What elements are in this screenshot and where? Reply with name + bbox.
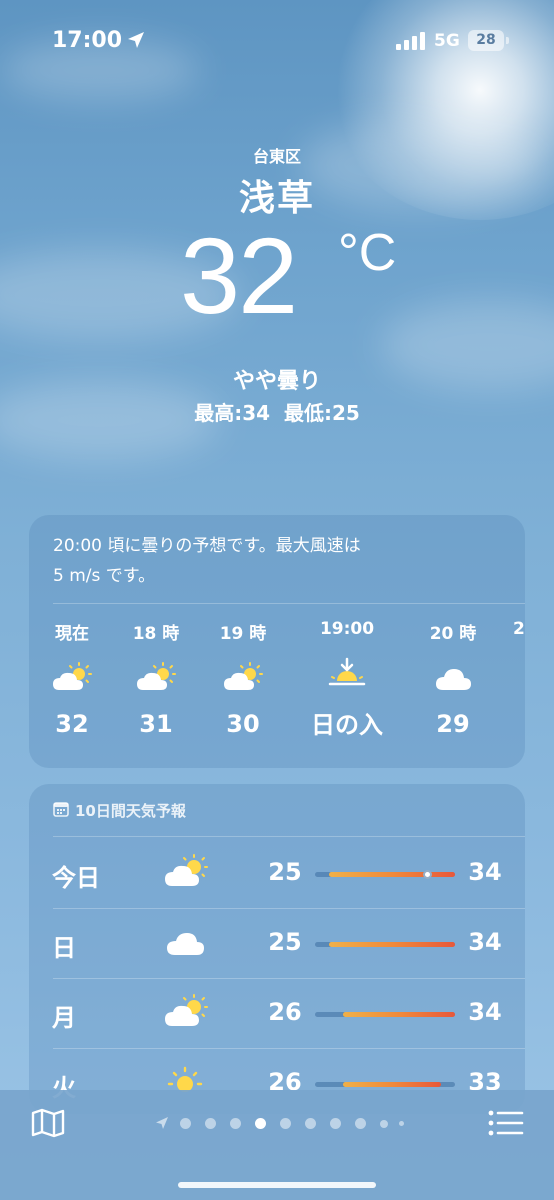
hour-label: 現在 [55, 624, 89, 644]
day-low-temp: 25 [268, 928, 302, 956]
temperature-unit: °C [338, 224, 397, 282]
page-dot[interactable] [399, 1121, 404, 1126]
hour-label: 20 時 [429, 624, 477, 644]
hour-label: 18 時 [132, 624, 180, 644]
list-icon[interactable] [488, 1110, 524, 1136]
hour-item: 現在 32 [32, 619, 112, 738]
partly-cloudy-icon [137, 662, 176, 690]
page-dot[interactable] [330, 1118, 341, 1129]
day-row[interactable]: 月 26 34 [29, 978, 525, 1048]
page-dot[interactable] [180, 1118, 191, 1129]
current-location-icon [156, 1117, 168, 1129]
day-name: 月 [52, 1004, 76, 1032]
district-name: 台東区 [252, 147, 301, 166]
hour-item-partial: 2 [485, 619, 525, 639]
day-name: 今日 [52, 864, 100, 892]
page-dot[interactable] [230, 1118, 241, 1129]
day-high-temp: 34 [468, 928, 502, 956]
home-indicator[interactable] [178, 1182, 376, 1188]
page-dot[interactable] [355, 1118, 366, 1129]
partly-cloudy-icon [165, 994, 208, 1026]
temperature-range-fill [343, 1012, 455, 1017]
hour-temperature: 32 [55, 710, 89, 738]
divider [53, 603, 525, 604]
current-temperature-dot [422, 870, 432, 879]
cloud-icon [167, 933, 204, 955]
day-high-temp: 34 [468, 858, 502, 886]
page-dot[interactable] [305, 1118, 316, 1129]
page-dot[interactable] [280, 1118, 291, 1129]
temperature-range-fill [329, 872, 455, 877]
temperature-range-bar [315, 870, 455, 879]
daily-forecast-title: 10日間天気予報 [75, 802, 186, 820]
sunset-icon [328, 657, 366, 686]
location-arrow-icon [128, 32, 144, 48]
hour-item: 19 時 30 [203, 619, 283, 738]
current-temperature: 32 °C [0, 215, 554, 343]
partly-cloudy-icon [165, 854, 208, 886]
hour-item-sunset: 19:00 日の入 [307, 619, 387, 740]
temperature-range-bar [315, 1012, 455, 1017]
hour-temperature: 日の入 [311, 711, 383, 739]
page-dot-active[interactable] [255, 1118, 266, 1129]
day-low-temp: 25 [268, 858, 302, 886]
hour-temperature: 31 [139, 710, 173, 738]
divider [53, 836, 525, 837]
partly-cloudy-icon [53, 662, 92, 690]
weather-condition: やや曇り [232, 369, 321, 394]
hour-item: 20 時 29 [413, 619, 493, 738]
forecast-summary: 20:00 頃に曇りの予想です。最大風速は 5 m/s です。 [53, 531, 453, 591]
temperature-value: 32 [180, 215, 298, 336]
temperature-range-bar [315, 1082, 455, 1087]
day-low-temp: 26 [268, 998, 302, 1026]
hour-temperature: 30 [226, 710, 260, 738]
page-dot[interactable] [205, 1118, 216, 1129]
hour-label: 19 時 [219, 624, 267, 644]
hourly-forecast-card[interactable]: 20:00 頃に曇りの予想です。最大風速は 5 m/s です。 現在 32 18… [29, 515, 525, 768]
status-bar: 17:00 5G 28 [0, 0, 554, 84]
cloud-icon [436, 669, 471, 690]
day-high-temp: 34 [468, 998, 502, 1026]
hour-temperature: 29 [436, 710, 470, 738]
daily-forecast-card[interactable]: 10日間天気予報 今日 25 34 日 25 34 月 26 34 火 26 3… [29, 784, 525, 1114]
hour-label: 19:00 [319, 619, 375, 639]
high-low-temperature: 最高:34 最低:25 [194, 401, 360, 425]
location-header: 台東区 浅草 32 °C やや曇り 最高:34 最低:25 [0, 140, 554, 426]
hour-label: 2 [513, 619, 525, 639]
battery-icon: 28 [468, 30, 504, 51]
battery-tip [506, 37, 509, 44]
page-indicator[interactable] [154, 1114, 404, 1134]
temperature-range-fill [329, 942, 455, 947]
page-dot[interactable] [380, 1120, 388, 1128]
day-row[interactable]: 日 25 34 [29, 908, 525, 978]
hour-item: 18 時 31 [116, 619, 196, 738]
status-time: 17:00 [52, 28, 123, 53]
partly-cloudy-icon [224, 662, 263, 690]
summary-line: 5 m/s です。 [53, 566, 156, 586]
day-row[interactable]: 今日 25 34 [29, 838, 525, 908]
day-name: 日 [52, 934, 76, 962]
map-icon[interactable] [30, 1108, 66, 1138]
summary-line: 20:00 頃に曇りの予想です。最大風速は [53, 536, 361, 556]
cellular-signal-icon [396, 32, 426, 50]
temperature-range-fill [343, 1082, 441, 1087]
calendar-icon [53, 802, 69, 817]
network-type: 5G [434, 31, 460, 51]
temperature-range-bar [315, 942, 455, 947]
